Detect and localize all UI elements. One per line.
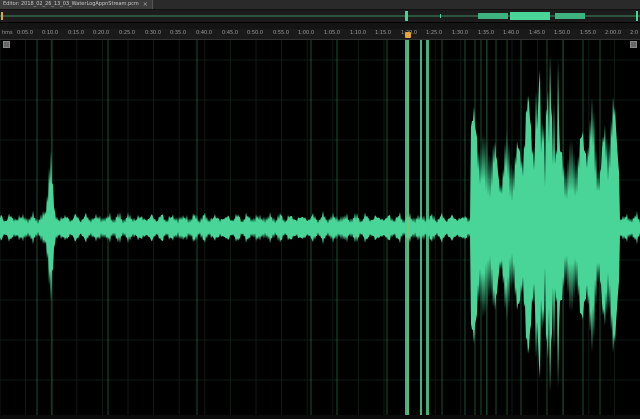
ruler-tick-label: 1:45.0 — [529, 30, 545, 36]
close-icon[interactable]: × — [143, 0, 148, 9]
ruler-tick-label: 2:00.0 — [605, 30, 621, 36]
square-icon[interactable] — [630, 41, 637, 48]
ruler-tick-label: 1:25.0 — [426, 30, 442, 36]
ruler-tick-label: 1:10.0 — [350, 30, 366, 36]
ruler-unit-label: hms — [2, 30, 13, 36]
square-icon[interactable] — [3, 41, 10, 48]
ruler-tick-label: 1:05.0 — [324, 30, 340, 36]
selection-bar — [420, 40, 422, 415]
ruler-tick-label: 0:20.0 — [93, 30, 109, 36]
ruler-tick-label: 0:30.0 — [145, 30, 161, 36]
selection-bar — [426, 40, 429, 415]
ruler-tick-label: 1:00.0 — [298, 30, 314, 36]
waveform-editor[interactable] — [0, 40, 640, 415]
ruler-tick-label: 2:0 — [629, 30, 639, 36]
time-ruler[interactable]: hms 0:05.0 0:10.0 0:15.0 0:20.0 0:25.0 0… — [0, 29, 640, 40]
ruler-tick-label: 1:50.0 — [554, 30, 570, 36]
ruler-tick-label: 1:35.0 — [478, 30, 494, 36]
playhead-handle[interactable] — [405, 32, 411, 38]
ruler-tick-label: 0:05.0 — [17, 30, 33, 36]
ruler-tick-label: 0:15.0 — [68, 30, 84, 36]
waveform-display — [0, 40, 640, 415]
ruler-tick-label: 0:50.0 — [247, 30, 263, 36]
ruler-tick-label: 1:15.0 — [375, 30, 391, 36]
waveform-path — [0, 53, 640, 394]
overview-waveform — [0, 10, 640, 22]
editor-tab[interactable]: Editor: 2018_02_26_13_03_WaterLogAppnStr… — [0, 0, 153, 9]
ruler-tick-label: 0:55.0 — [273, 30, 289, 36]
editor-tab-label: Editor: 2018_02_26_13_03_WaterLogAppnStr… — [3, 1, 139, 7]
ruler-tick-label: 0:40.0 — [196, 30, 212, 36]
ruler-tick-label: 1:55.0 — [580, 30, 596, 36]
document-tab-bar: Editor: 2018_02_26_13_03_WaterLogAppnStr… — [0, 0, 640, 10]
ruler-tick-label: 1:30.0 — [452, 30, 468, 36]
ruler-tick-label: 0:45.0 — [222, 30, 238, 36]
ruler-tick-label: 0:10.0 — [42, 30, 58, 36]
overview-waveform-strip[interactable] — [0, 10, 640, 23]
ruler-tick-label: 0:25.0 — [119, 30, 135, 36]
ruler-tick-label: 0:35.0 — [170, 30, 186, 36]
ruler-tick-label: 1:40.0 — [503, 30, 519, 36]
